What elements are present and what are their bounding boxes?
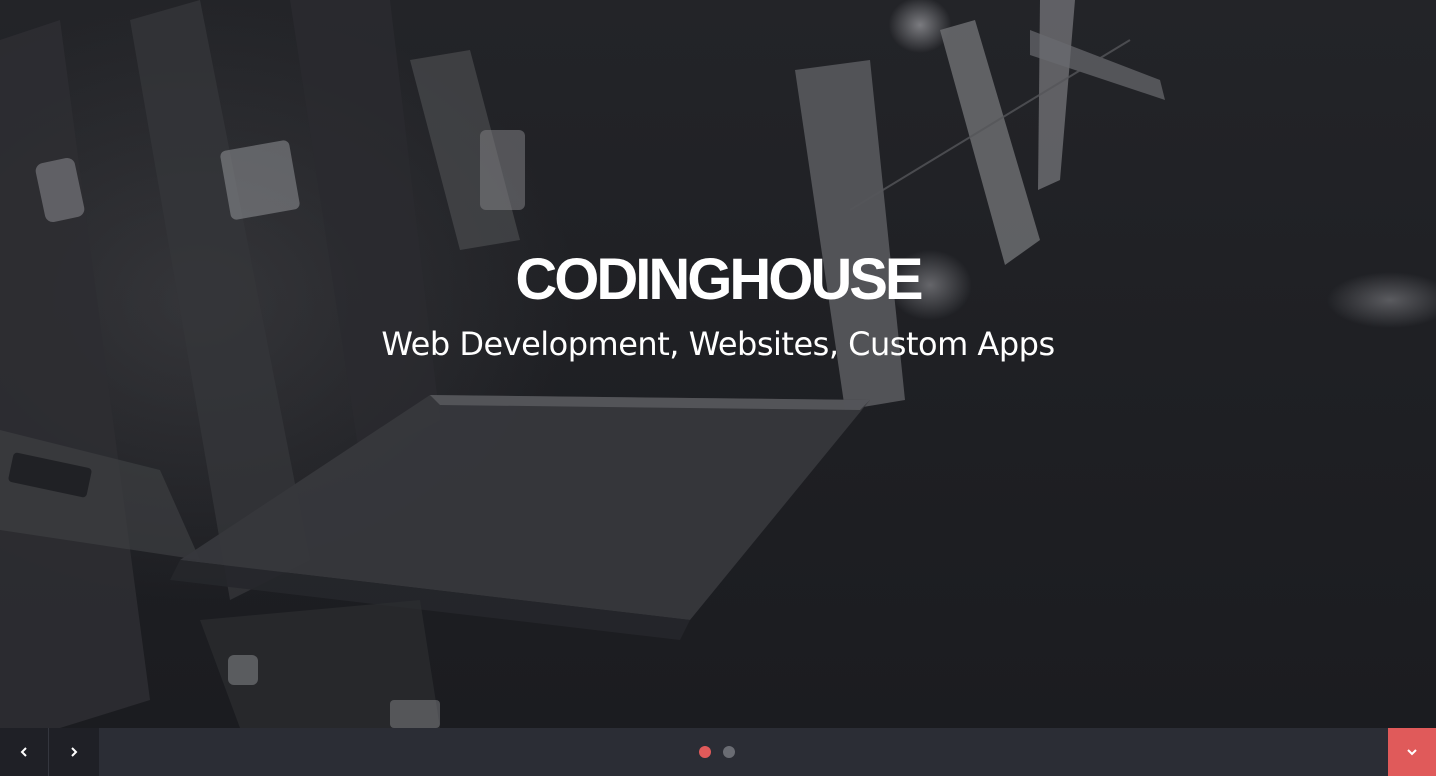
slide-pagination bbox=[699, 746, 735, 758]
chevron-left-icon bbox=[20, 747, 27, 757]
next-slide-button[interactable] bbox=[49, 728, 99, 776]
slide-dot-2[interactable] bbox=[723, 746, 735, 758]
slide-dot-1[interactable] bbox=[699, 746, 711, 758]
chevron-down-icon bbox=[1407, 749, 1417, 756]
hero-title: CODINGHOUSE bbox=[515, 247, 923, 312]
scroll-down-button[interactable] bbox=[1388, 728, 1436, 776]
slider-control-bar bbox=[0, 728, 1436, 776]
hero-banner: CODINGHOUSE Web Development, Websites, C… bbox=[0, 0, 1436, 728]
chevron-right-icon bbox=[71, 747, 78, 757]
hero-subtitle: Web Development, Websites, Custom Apps bbox=[381, 325, 1055, 363]
previous-slide-button[interactable] bbox=[0, 728, 49, 776]
